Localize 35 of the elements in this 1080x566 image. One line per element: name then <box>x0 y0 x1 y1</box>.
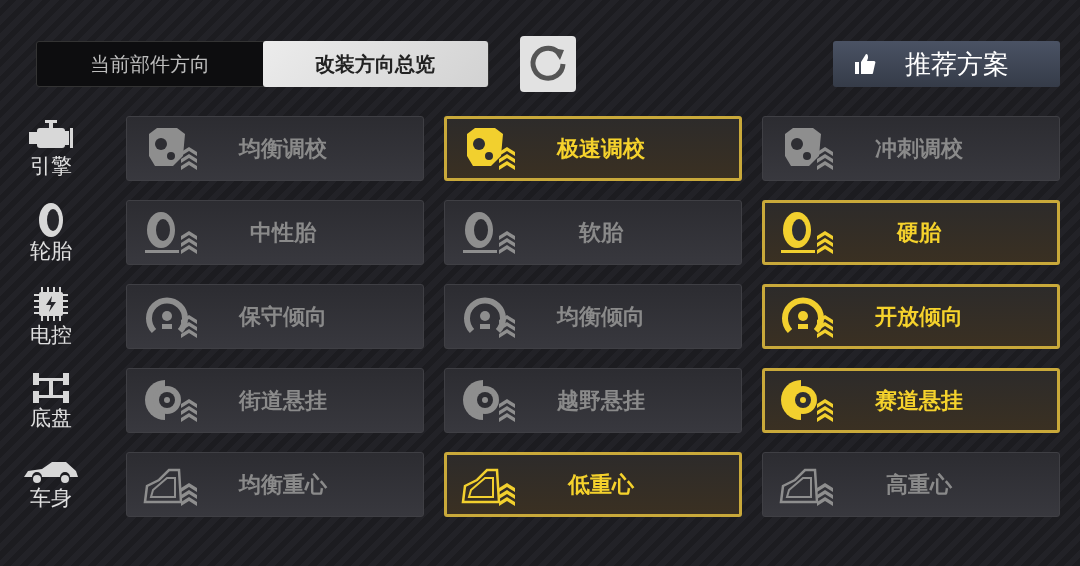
option-button[interactable]: 中性胎 <box>126 200 424 265</box>
brake-disc-icon <box>143 377 199 424</box>
option-button[interactable]: 越野悬挂 <box>444 368 742 433</box>
refresh-button[interactable] <box>520 36 576 92</box>
option-button[interactable]: 极速调校 <box>444 116 742 181</box>
option-button[interactable]: 软胎 <box>444 200 742 265</box>
option-button[interactable]: 赛道悬挂 <box>762 368 1060 433</box>
tire-part-icon <box>143 209 199 256</box>
chassis-icon <box>30 370 71 405</box>
option-button[interactable]: 保守倾向 <box>126 284 424 349</box>
tire-part-icon <box>779 209 835 256</box>
option-button[interactable]: 硬胎 <box>762 200 1060 265</box>
brake-disc-icon <box>461 377 517 424</box>
category-label: 引擎 <box>29 152 72 179</box>
option-button[interactable]: 低重心 <box>444 452 742 517</box>
recommend-button[interactable]: 推荐方案 <box>833 41 1060 87</box>
category-label: 底盘 <box>29 404 72 431</box>
brake-disc-icon <box>779 377 835 424</box>
option-button[interactable]: 街道悬挂 <box>126 368 424 433</box>
thumbs-up-icon <box>853 52 877 76</box>
refresh-icon <box>528 44 568 84</box>
category-label: 电控 <box>29 321 72 348</box>
chip-icon <box>32 285 69 322</box>
tire-icon <box>37 201 64 238</box>
tab[interactable]: 改装方向总览 <box>262 41 488 87</box>
tab[interactable]: 当前部件方向 <box>37 41 263 87</box>
option-button[interactable]: 均衡重心 <box>126 452 424 517</box>
option-button[interactable]: 均衡倾向 <box>444 284 742 349</box>
option-button[interactable]: 开放倾向 <box>762 284 1060 349</box>
option-button[interactable]: 高重心 <box>762 452 1060 517</box>
category-label: 轮胎 <box>29 237 72 264</box>
option-button[interactable]: 均衡调校 <box>126 116 424 181</box>
tire-part-icon <box>461 209 517 256</box>
option-button[interactable]: 冲刺调校 <box>762 116 1060 181</box>
category-label: 车身 <box>29 484 72 511</box>
